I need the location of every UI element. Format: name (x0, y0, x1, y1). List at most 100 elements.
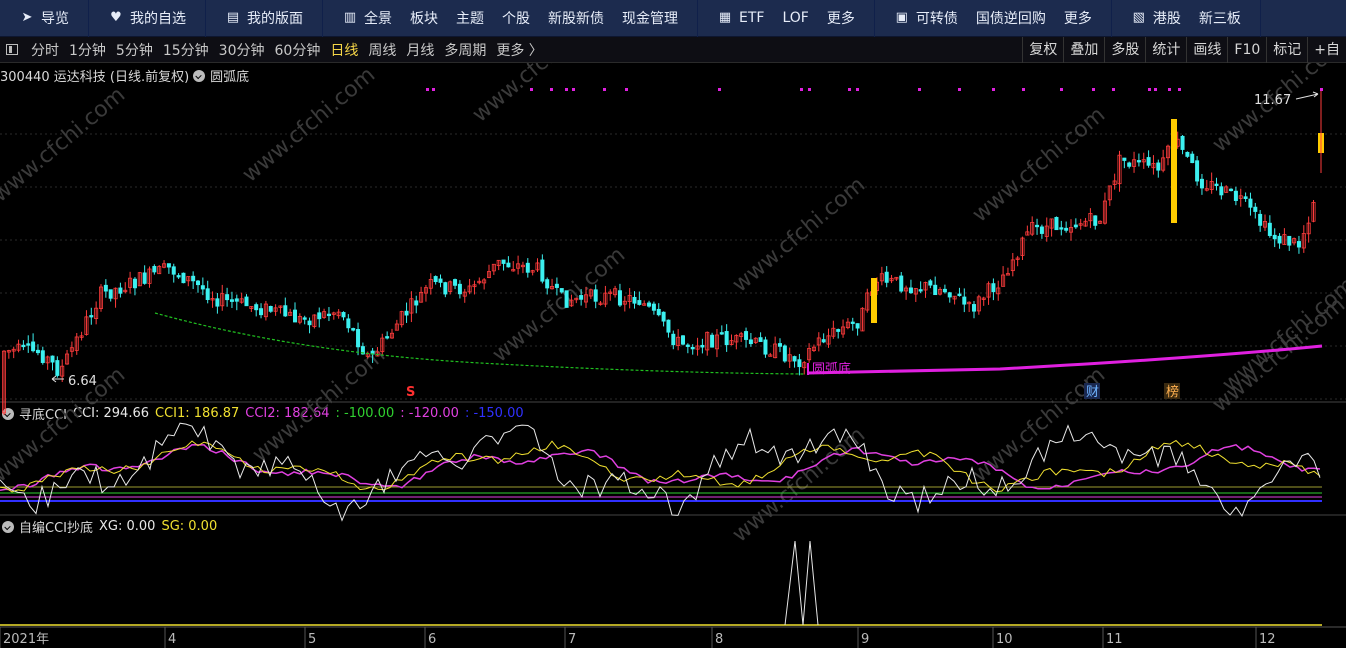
nav-item[interactable]: 板块 (410, 8, 438, 28)
candle-body (792, 356, 797, 362)
signal-dot (1320, 88, 1323, 91)
nav-item[interactable]: 现金管理 (622, 8, 678, 28)
candle-body (1272, 234, 1277, 240)
candle-body (1073, 224, 1078, 228)
signal-dot (550, 88, 553, 91)
candle-body (404, 310, 409, 316)
period-tab[interactable]: 30分钟 (219, 40, 265, 60)
candle-body (1146, 157, 1151, 166)
candle-body (341, 312, 346, 318)
ranking-marker: 榜 (1166, 384, 1179, 400)
bar-chart-icon: ▦ (718, 10, 732, 25)
nav-item-label: 我的版面 (247, 11, 303, 27)
signal-dot (1178, 88, 1181, 91)
nav-item[interactable]: 更多 (827, 8, 855, 28)
signal-dot (1092, 88, 1095, 91)
period-tab[interactable]: 分时 (31, 40, 59, 60)
candle-body (1190, 153, 1195, 164)
candle-body (671, 333, 676, 346)
candle-body (191, 275, 196, 282)
period-list: 分时 1分钟 5分钟 15分钟 30分钟 60分钟 日线 周线 月线 多周期 更多 〉 (26, 40, 548, 60)
candle-body (651, 303, 656, 311)
candle-body (778, 343, 783, 347)
tool-button[interactable]: +自 (1307, 37, 1346, 63)
high-price-label: 11.67 (1254, 93, 1291, 108)
candle-body (748, 339, 753, 345)
candle-body (254, 304, 259, 311)
signal-dot (625, 88, 628, 91)
tool-button[interactable]: 多股 (1104, 37, 1145, 63)
candle-body (1059, 227, 1064, 230)
candle-body (647, 302, 652, 307)
nav-item[interactable]: 新三板 (1199, 8, 1241, 28)
sidebar-toggle-icon[interactable] (6, 44, 18, 55)
candle-body (1064, 227, 1069, 231)
period-tab[interactable]: 多周期 (444, 40, 486, 60)
nav-item-label: 港股 (1152, 11, 1181, 27)
candle-body (292, 309, 297, 323)
chart-area[interactable]: www.cfchi.com www.cfchi.com www.cfchi.com w… (0, 63, 1346, 648)
candle-body (1136, 160, 1141, 163)
xaxis-label: 10 (996, 632, 1013, 647)
candle-body (244, 296, 249, 307)
candle-body (171, 266, 176, 275)
nav-item[interactable]: ▧ 港股 (1131, 8, 1181, 28)
tool-button[interactable]: 复权 (1022, 37, 1063, 63)
candle-body (356, 329, 361, 348)
nav-item[interactable]: ▤ 我的版面 (225, 8, 303, 28)
nav-item[interactable]: 个股 (502, 8, 530, 28)
period-tab[interactable]: 日线 (330, 40, 358, 60)
candle-body (317, 312, 322, 320)
candle-body (195, 280, 200, 286)
nav-item[interactable]: ▣ 可转债 (894, 8, 958, 28)
period-tab[interactable]: 5分钟 (116, 40, 153, 60)
tool-button[interactable]: 统计 (1145, 37, 1186, 63)
candle-body (666, 319, 671, 333)
period-tab[interactable]: 月线 (406, 40, 434, 60)
signal-dot (800, 88, 803, 91)
signal-dot (1022, 88, 1025, 91)
top-nav: ➤ 导览 ♥ 我的自选 ▤ 我的版面 ▥ 全景 板块 主题 个股 新股新债 现金管理 ▦ ETF LOF 更多 ▣… (0, 0, 1346, 37)
nav-item-label: 可转债 (915, 11, 958, 27)
candle-body (661, 311, 666, 322)
nav-item[interactable]: 新股新债 (548, 8, 604, 28)
period-tab[interactable]: 周线 (368, 40, 396, 60)
watermark-text: www.cfchi.com (468, 63, 610, 128)
period-tab[interactable]: 15分钟 (163, 40, 209, 60)
candle-body (225, 294, 230, 301)
nav-item[interactable]: LOF (782, 10, 808, 26)
tool-button[interactable]: F10 (1227, 37, 1266, 63)
signal-dot (1168, 88, 1171, 91)
arc-label: 圆弧底 (812, 361, 851, 377)
signal-dot (856, 88, 859, 91)
tool-button[interactable]: 画线 (1186, 37, 1227, 63)
tool-button[interactable]: 标记 (1266, 37, 1307, 63)
nav-item[interactable]: ♥ 我的自选 (108, 8, 186, 28)
nav-item[interactable]: 更多 (1064, 8, 1092, 28)
nav-item[interactable]: 国债逆回购 (976, 8, 1046, 28)
xaxis-label: 8 (715, 632, 723, 647)
xaxis-label: 5 (308, 632, 316, 647)
watermark-text: www.cfchi.com (488, 242, 630, 367)
signal-dot (530, 88, 533, 91)
highlight-candle (871, 278, 877, 323)
xaxis-label: 6 (428, 632, 436, 647)
candle-body (1035, 224, 1040, 228)
nav-group: ♥ 我的自选 (89, 0, 206, 37)
period-tab[interactable]: 更多 〉 (496, 40, 542, 60)
nav-item[interactable]: ➤ 导览 (19, 8, 69, 28)
candle-body (1214, 183, 1219, 186)
candle-body (26, 343, 31, 346)
period-tab[interactable]: 1分钟 (69, 40, 106, 60)
tool-button[interactable]: 叠加 (1063, 37, 1104, 63)
nav-item[interactable]: ▦ ETF (717, 10, 765, 26)
candle-body (617, 290, 622, 306)
candle-body (40, 350, 45, 363)
candle-body (55, 360, 60, 376)
nav-item[interactable]: 主题 (456, 8, 484, 28)
cci2-line (0, 443, 1321, 491)
period-tab[interactable]: 60分钟 (275, 40, 321, 60)
nav-item[interactable]: ▥ 全景 (342, 8, 392, 28)
watermark-text: www.cfchi.com (728, 172, 870, 297)
candle-body (1277, 235, 1282, 244)
